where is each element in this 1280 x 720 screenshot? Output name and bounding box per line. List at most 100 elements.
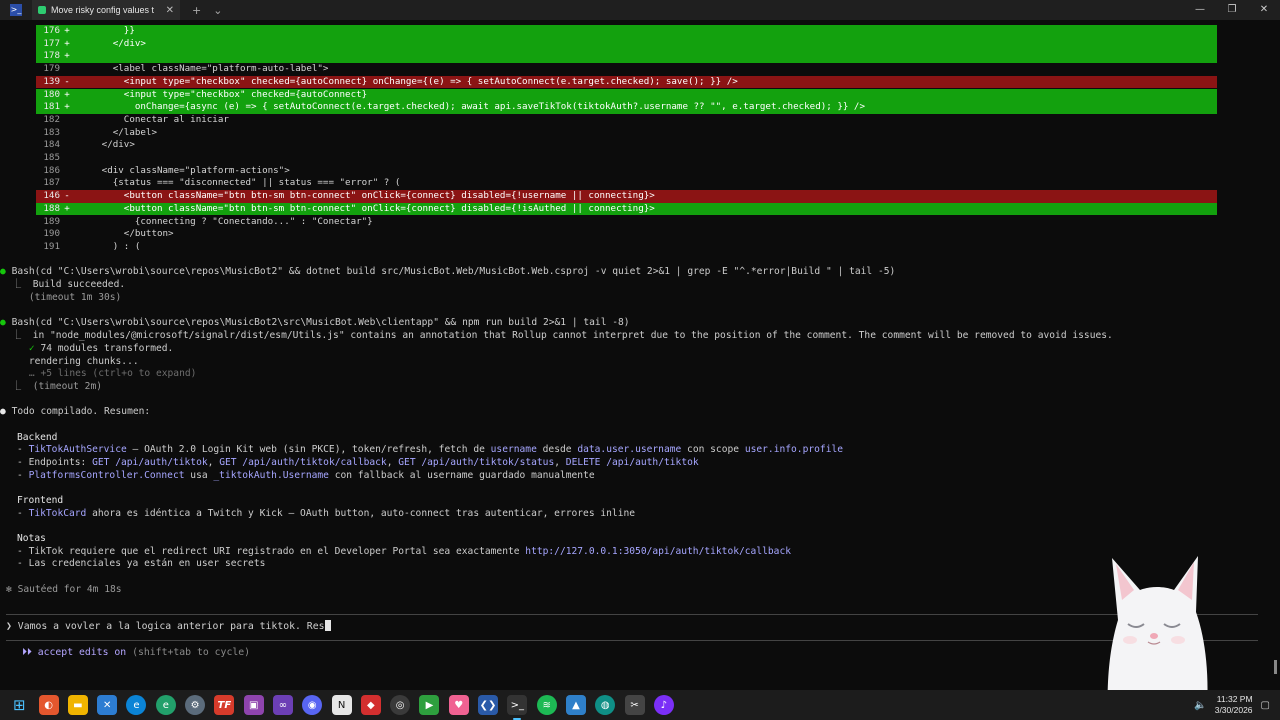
notion-icon[interactable]: N <box>331 695 352 715</box>
photos-icon[interactable]: ▲ <box>565 695 586 715</box>
notas-item-2: - Las credenciales ya están en user secr… <box>17 558 266 569</box>
volume-icon[interactable]: 🔈 <box>1194 700 1206 711</box>
diff-line: 178 + <box>36 50 1217 64</box>
frontend-heading: Frontend <box>17 495 64 506</box>
diff-line: 179 <label className="platform-auto-labe… <box>36 63 1217 76</box>
new-tab-button[interactable]: + <box>192 4 201 17</box>
notas-item-1: - TikTok requiere que el redirect URI re… <box>17 546 791 557</box>
diff-line: 185 <box>36 152 1217 165</box>
diff-line: 190 </button> <box>36 228 1217 241</box>
tab-active[interactable]: Move risky config values t ✕ <box>32 0 180 20</box>
message-bullet-icon: ● <box>0 406 6 417</box>
line-number: 190 <box>43 228 60 240</box>
settings-icon[interactable]: ⚙ <box>185 695 206 715</box>
edge-dev-icon[interactable]: e <box>155 695 176 715</box>
bash-output-line: in "node_modules/@microsoft/signalr/dist… <box>32 330 1113 341</box>
terminal-app-icon[interactable]: >_ <box>10 4 22 16</box>
diff-line: 191 ) : ( <box>36 241 1217 254</box>
code-text: }} <box>74 25 135 36</box>
diff-line: 139- <input type="checkbox" checked={aut… <box>36 75 1217 89</box>
notas-heading: Notas <box>17 533 46 544</box>
line-number: 139 <box>43 75 60 87</box>
line-number: 183 <box>43 126 60 138</box>
start-menu-icon[interactable]: ⊞ <box>9 695 29 715</box>
browser-icon[interactable]: ◍ <box>595 695 616 715</box>
success-bullet-icon: ● <box>0 317 6 328</box>
prompt-text[interactable]: Vamos a vovler a la logica anterior para… <box>18 621 325 632</box>
code-text: {status === "disconnected" || status ===… <box>74 177 401 189</box>
clock[interactable]: 11:32 PM 3/30/2026 <box>1215 694 1253 716</box>
bash-output-line: Build succeeded. <box>32 279 126 290</box>
bash-output: ⎿ Build succeeded. <box>0 279 126 290</box>
snip-tool-icon[interactable]: ✂ <box>624 695 645 715</box>
tab-title: Move risky config values t <box>51 5 155 15</box>
diff-line: 188 + <button className="btn btn-sm btn-c… <box>36 202 1217 216</box>
copilot-icon[interactable]: ◐ <box>38 695 59 715</box>
discord-icon[interactable]: ◉ <box>302 695 323 715</box>
backend-item-2: - Endpoints: GET /api/auth/tiktok, GET /… <box>17 457 699 468</box>
code-text: <button className="btn btn-sm btn-connec… <box>74 190 655 202</box>
code-text: </div> <box>74 139 135 151</box>
music-app-icon[interactable]: ♪ <box>653 695 674 715</box>
tab-dropdown-button[interactable]: ⌄ <box>213 4 222 17</box>
accept-edits-status[interactable]: ⏵⏵ accept edits on (shift+tab to cycle) <box>22 647 250 658</box>
photo-app-icon[interactable]: ▣ <box>243 695 264 715</box>
diff-marker: + <box>64 101 70 113</box>
diff-marker: + <box>64 88 70 100</box>
bash-output: ⎿ in "node_modules/@microsoft/signalr/di… <box>0 330 1113 341</box>
code-text: ) : ( <box>74 240 141 252</box>
media-app-icon[interactable]: ◆ <box>360 695 381 715</box>
line-number: 180 <box>43 88 60 100</box>
spotify-icon[interactable]: ≋ <box>536 695 557 715</box>
text-cursor <box>324 620 331 631</box>
bash-timeout: (timeout 1m 30s) <box>28 292 122 303</box>
diff-marker: + <box>64 25 70 36</box>
diff-line: 186 <div className="platform-actions"> <box>36 165 1217 178</box>
check-icon: ✓ <box>28 343 41 354</box>
prompt-divider-top <box>6 614 1258 615</box>
bash-output: rendering chunks... <box>0 356 1280 369</box>
success-bullet-icon: ● <box>0 266 6 277</box>
heart-app-icon[interactable]: ♥ <box>448 695 469 715</box>
diff-line: 181 + onChange={async (e) => { setAutoCon… <box>36 101 1217 114</box>
diff-marker: + <box>64 50 70 62</box>
code-text: Conectar al iniciar <box>74 113 229 125</box>
close-button[interactable]: ✕ <box>1248 0 1280 20</box>
terminal-icon[interactable]: >_ <box>507 695 528 720</box>
line-number: 181 <box>43 101 60 113</box>
line-number: 178 <box>43 50 60 62</box>
chrome-icon[interactable]: ◎ <box>390 695 411 715</box>
minimize-button[interactable]: — <box>1184 0 1216 20</box>
tools-icon[interactable]: ✕ <box>97 695 118 715</box>
notification-icon[interactable]: ▢ <box>1261 700 1270 711</box>
code-text: <button className="btn btn-sm btn-connec… <box>74 202 655 214</box>
diff-line: 176 + }} <box>36 25 1217 38</box>
diff-marker: + <box>64 37 70 49</box>
code-text: {connecting ? "Conectando..." : "Conecta… <box>74 215 373 227</box>
vscode-icon[interactable]: ❮❯ <box>478 695 499 715</box>
callback-url-link[interactable]: http://127.0.0.1:3050/api/auth/tiktok/ca… <box>525 546 791 557</box>
backend-item-3: - PlatformsController.Connect usa _tikto… <box>17 470 595 481</box>
tf-icon[interactable]: TF <box>214 695 235 715</box>
line-number: 146 <box>43 190 60 202</box>
diff-line: 183 </label> <box>36 127 1217 140</box>
edge-icon[interactable]: e <box>126 695 147 715</box>
bash-npm-entry: ● Bash(cd "C:\Users\wrobi\source\repos\M… <box>0 317 1280 330</box>
prompt-input[interactable]: ❯ Vamos a vovler a la logica anterior pa… <box>6 620 331 634</box>
bash-output: (timeout 1m 30s) <box>0 292 1280 305</box>
title-bar: >_ Move risky config values t ✕ + ⌄ — ❐ … <box>0 0 1280 20</box>
tab-close-icon[interactable]: ✕ <box>166 5 174 16</box>
maximize-button[interactable]: ❐ <box>1216 0 1248 20</box>
line-number: 179 <box>43 63 60 75</box>
line-number: 189 <box>43 215 60 227</box>
clock-date: 3/30/2026 <box>1214 705 1253 715</box>
expand-hint[interactable]: … +5 lines (ctrl+o to expand) <box>29 368 197 379</box>
file-explorer-icon[interactable]: ▬ <box>67 695 88 715</box>
scrollbar-thumb[interactable] <box>1274 660 1277 674</box>
visual-studio-icon[interactable]: ∞ <box>272 695 293 715</box>
bash-command: Bash(cd "C:\Users\wrobi\source\repos\Mus… <box>11 266 896 277</box>
code-text: <label className="platform-auto-label"> <box>74 63 329 75</box>
summary-title: ● Todo compilado. Resumen: <box>0 406 151 417</box>
play-icon[interactable]: ▶ <box>419 695 440 715</box>
bash-output: ✓ 74 modules transformed. <box>0 343 1280 356</box>
